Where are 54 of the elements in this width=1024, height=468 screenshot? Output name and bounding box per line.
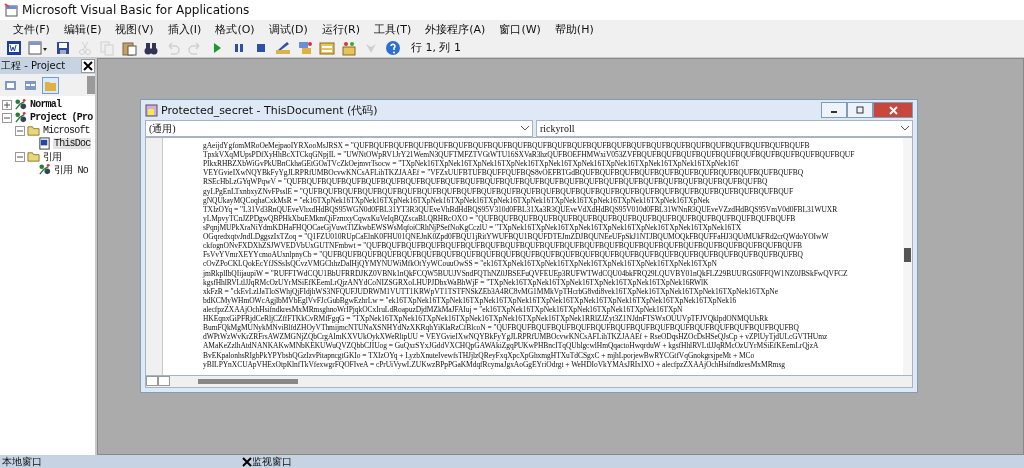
- scroll-thumb[interactable]: [198, 379, 298, 384]
- help-icon[interactable]: [383, 39, 402, 56]
- watch-window-title: 监视窗口: [252, 454, 292, 468]
- folder-icon[interactable]: [42, 76, 59, 94]
- menu-item[interactable]: 插入(I): [160, 21, 209, 37]
- paste-icon[interactable]: [119, 39, 138, 56]
- properties-icon[interactable]: [317, 39, 336, 56]
- module-view-icon[interactable]: [158, 376, 170, 386]
- menu-item[interactable]: 帮助(H): [547, 21, 601, 37]
- menu-item[interactable]: 格式(O): [208, 21, 262, 37]
- word-icon[interactable]: [4, 39, 23, 56]
- chevron-icon[interactable]: [521, 126, 529, 131]
- menu-item[interactable]: 文件(F): [6, 21, 57, 37]
- chevron-icon[interactable]: [901, 126, 909, 131]
- scroll-thumb[interactable]: [904, 248, 911, 262]
- procedure-dropdown[interactable]: rickyroll: [536, 120, 913, 137]
- project-icon: [14, 98, 27, 111]
- tree-item[interactable]: 引用: [42, 149, 63, 164]
- tree-item[interactable]: 引用 No: [53, 162, 89, 177]
- menu-item[interactable]: 窗口(W): [492, 21, 548, 37]
- tree-item[interactable]: Normal: [29, 99, 63, 110]
- folder-icon: [27, 124, 40, 137]
- collapse-icon[interactable]: [15, 125, 25, 136]
- code-window-title: Protected_secret - ThisDocument (代码): [161, 102, 378, 118]
- module-icon: [145, 103, 158, 117]
- menu-item[interactable]: 调试(D): [261, 21, 315, 37]
- menu-item[interactable]: 编辑(E): [56, 21, 109, 37]
- procedure-view-icon[interactable]: [146, 376, 158, 386]
- browser-icon[interactable]: [339, 39, 358, 56]
- expand-icon[interactable]: [2, 99, 12, 110]
- close-icon[interactable]: [81, 59, 95, 73]
- project-icon: [38, 163, 51, 176]
- cursor-position: 行 1, 列 1: [411, 40, 461, 55]
- menu-item[interactable]: 运行(R): [314, 21, 367, 37]
- menu-item[interactable]: 外接程序(A): [418, 21, 493, 37]
- locals-window-title: 本地窗口: [1, 454, 43, 468]
- document-icon: [38, 137, 51, 150]
- design-icon[interactable]: [273, 39, 292, 56]
- project-icon: [14, 111, 27, 124]
- collapse-icon[interactable]: [15, 151, 25, 162]
- menu-item[interactable]: 工具(T): [366, 21, 419, 37]
- tree-item[interactable]: ThisDoc: [53, 138, 92, 149]
- pane-title: 工程 - Project: [1, 59, 66, 73]
- window-title: Microsoft Visual Basic for Applications: [22, 3, 250, 17]
- folder-icon: [27, 150, 40, 163]
- scrollbar[interactable]: [87, 76, 95, 94]
- app-icon: [4, 3, 18, 17]
- tree-item[interactable]: Project (Pro: [29, 112, 94, 123]
- close-icon[interactable]: [242, 456, 252, 467]
- collapse-icon[interactable]: [2, 112, 12, 123]
- tree-item[interactable]: Microsoft: [42, 125, 91, 136]
- object-dropdown[interactable]: (通用): [145, 120, 533, 137]
- menu-item[interactable]: 视图(V): [108, 21, 161, 37]
- minimize-icon[interactable]: [821, 102, 847, 118]
